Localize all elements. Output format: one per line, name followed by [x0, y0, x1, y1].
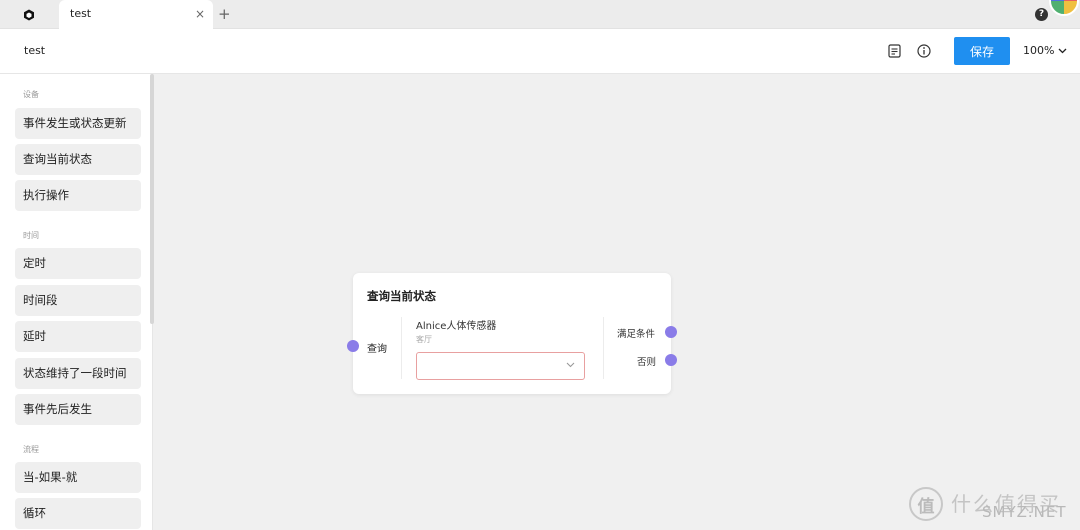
page-title: test [24, 44, 46, 57]
sidebar-item-when-if-then[interactable]: 当-如果-就 [15, 462, 141, 493]
tab-test[interactable]: test × [59, 0, 213, 29]
info-icon[interactable] [915, 42, 933, 60]
sidebar-item-schedule[interactable]: 定时 [15, 248, 141, 279]
section-label-flow: 流程 [23, 445, 39, 454]
node-divider-right [603, 317, 604, 379]
sidebar-item-delay[interactable]: 延时 [15, 321, 141, 352]
input-port[interactable] [347, 340, 359, 352]
tab-bar: test × + ? [0, 0, 1080, 29]
add-tab-icon[interactable]: + [218, 5, 231, 23]
input-port-label: 查询 [367, 344, 387, 355]
output-false-label: 否则 [637, 357, 657, 368]
close-icon[interactable]: × [195, 6, 205, 22]
state-select[interactable] [416, 352, 585, 380]
watermark-logo: 值 [909, 487, 943, 521]
sidebar-item-loop[interactable]: 循环 [15, 498, 141, 529]
section-label-device: 设备 [23, 90, 39, 99]
node-divider-left [401, 317, 402, 379]
output-port-true[interactable] [665, 326, 677, 338]
device-name: Alnice人体传感器 [416, 321, 497, 332]
output-port-false[interactable] [665, 354, 677, 366]
watermark: 值 什么值得买 SMYZ.NET [907, 486, 1077, 526]
save-button[interactable]: 保存 [954, 37, 1010, 65]
chevron-down-icon [566, 362, 575, 368]
document-icon[interactable] [885, 42, 903, 60]
sidebar-item-state-held-duration[interactable]: 状态维持了一段时间 [15, 358, 141, 389]
watermark-sub: SMYZ.NET [982, 503, 1067, 521]
output-true-label: 满足条件 [617, 329, 656, 340]
sidebar-item-time-range[interactable]: 时间段 [15, 285, 141, 316]
chevron-down-icon [1058, 48, 1067, 53]
sidebar-item-execute-action[interactable]: 执行操作 [15, 180, 141, 211]
sidebar-item-query-current-state[interactable]: 查询当前状态 [15, 144, 141, 175]
zoom-label: 100% [1023, 44, 1055, 57]
sidebar-item-event-or-state-update[interactable]: 事件发生或状态更新 [15, 108, 141, 139]
section-label-time: 时间 [23, 231, 39, 240]
node-palette-sidebar: 设备 事件发生或状态更新 查询当前状态 执行操作 时间 定时 时间段 延时 状态… [0, 74, 154, 530]
node-title: 查询当前状态 [367, 289, 436, 303]
avatar[interactable] [1049, 0, 1079, 16]
query-state-node[interactable]: 查询当前状态 查询 Alnice人体传感器 客厅 满足条件 否则 [347, 273, 677, 394]
device-room: 客厅 [416, 335, 432, 344]
tab-title: test [70, 7, 92, 20]
editor-header: test 保存 100% [0, 29, 1080, 74]
sidebar-item-event-sequence[interactable]: 事件先后发生 [15, 394, 141, 425]
help-icon[interactable]: ? [1035, 8, 1048, 21]
zoom-dropdown[interactable]: 100% [1023, 44, 1067, 57]
app-logo-icon[interactable] [20, 6, 38, 24]
